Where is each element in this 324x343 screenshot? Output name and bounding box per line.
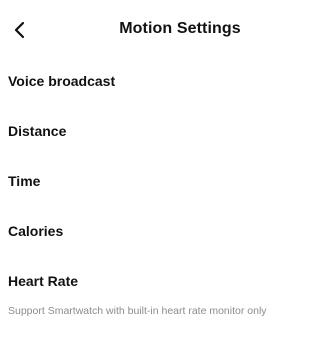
setting-calories[interactable]: Calories [8, 216, 316, 246]
setting-label: Voice broadcast [8, 73, 116, 89]
setting-label: Distance [8, 123, 67, 139]
setting-label: Calories [8, 223, 64, 239]
setting-voice-broadcast[interactable]: Voice broadcast [8, 66, 316, 96]
header-bar: Motion Settings [0, 0, 324, 58]
page-title: Motion Settings [119, 20, 241, 37]
setting-heart-rate[interactable]: Heart Rate [8, 266, 316, 296]
setting-label: Time [8, 173, 41, 189]
setting-distance[interactable]: Distance [8, 116, 316, 146]
setting-time[interactable]: Time [8, 166, 316, 196]
heart-rate-hint: Support Smartwatch with built-in heart r… [8, 305, 267, 317]
setting-label: Heart Rate [8, 273, 79, 289]
